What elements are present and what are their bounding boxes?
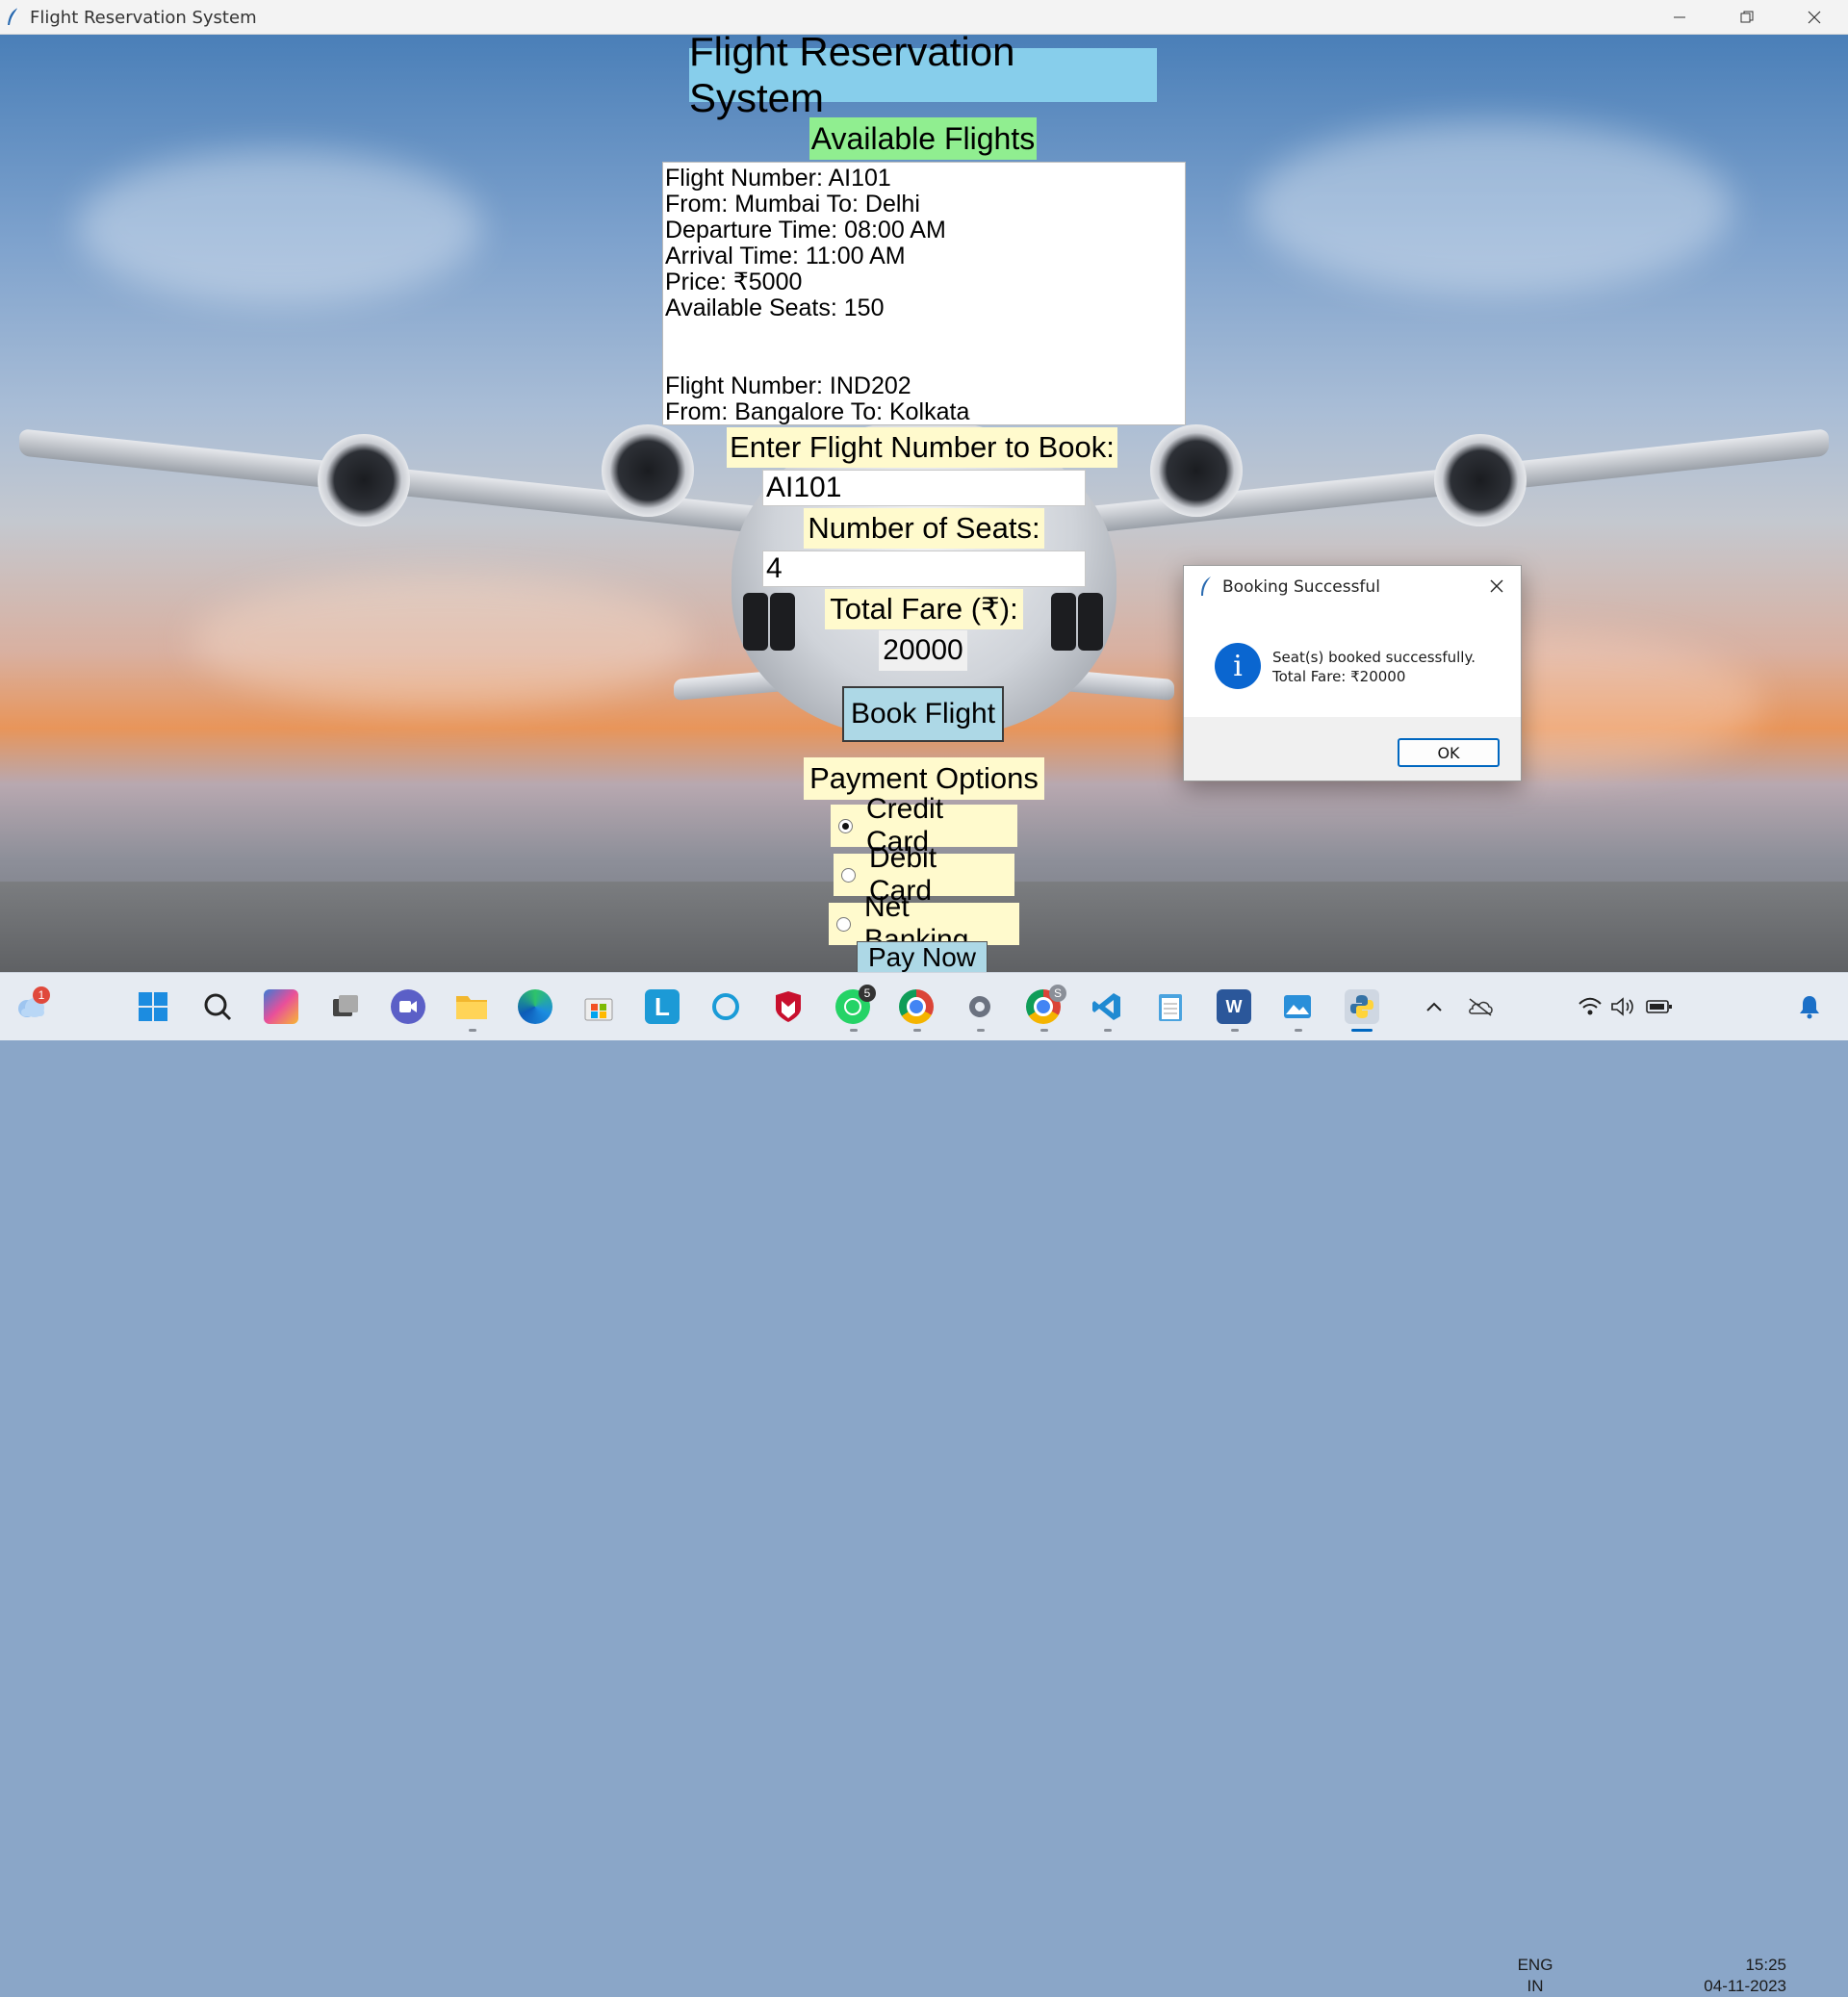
radio-unselected-icon[interactable] [841, 867, 856, 883]
seats-input[interactable]: 4 [762, 550, 1086, 587]
close-button[interactable] [1781, 0, 1848, 34]
dialog-message-line: Seat(s) booked successfully. [1272, 649, 1476, 666]
copilot-pre-icon[interactable] [264, 989, 298, 1024]
total-fare-label: Total Fare (₹): [825, 589, 1023, 629]
payment-option-credit-card[interactable]: Credit Card [831, 793, 1017, 858]
l-app-icon[interactable]: L [645, 989, 680, 1024]
flight-info-line [665, 321, 1183, 347]
dialog-footer: OK [1184, 717, 1521, 781]
pay-now-button[interactable]: Pay Now [857, 941, 988, 972]
available-flights-label: Available Flights [809, 117, 1037, 160]
flight-info-line [665, 347, 1183, 373]
minimize-button[interactable] [1646, 0, 1713, 34]
feather-icon [8, 7, 19, 25]
flight-number-label: Enter Flight Number to Book: [727, 427, 1117, 468]
dialog-message-line: Total Fare: ₹20000 [1272, 668, 1406, 685]
seats-label: Number of Seats: [804, 508, 1044, 549]
cortana-icon[interactable] [708, 989, 743, 1024]
close-icon [1808, 11, 1821, 23]
chrome-profile-badge: S [1049, 985, 1066, 1002]
battery-icon[interactable] [1642, 989, 1677, 1024]
book-flight-button[interactable]: Book Flight [842, 686, 1004, 742]
minimize-icon [1674, 16, 1685, 17]
task-view-icon[interactable] [328, 989, 363, 1024]
onedrive-offline-icon[interactable] [1463, 989, 1498, 1024]
chevron-up-icon[interactable] [1417, 989, 1451, 1024]
edge-icon[interactable] [518, 989, 552, 1024]
language-indicator[interactable]: ENG IN [1516, 1955, 1554, 1997]
flight-number-input[interactable]: AI101 [762, 470, 1086, 506]
window-title: Flight Reservation System [30, 8, 257, 28]
weather-badge: 1 [33, 986, 50, 1004]
flight-info-line: Flight Number: IND202 [665, 372, 911, 399]
dialog-message: Seat(s) booked successfully. Total Fare:… [1272, 648, 1476, 686]
close-icon [1490, 579, 1503, 593]
dialog-title: Booking Successful [1222, 577, 1380, 597]
flight-info-line: Price: ₹5000 [665, 269, 803, 295]
booking-success-dialog: Booking Successful i Seat(s) booked succ… [1183, 565, 1522, 781]
radio-unselected-icon[interactable] [836, 916, 851, 932]
chrome-icon[interactable] [899, 989, 934, 1024]
whatsapp-badge: 5 [859, 985, 876, 1002]
mcafee-icon[interactable] [771, 989, 806, 1024]
clock-time: 15:25 [1745, 1956, 1786, 1974]
flights-list-textbox[interactable]: Flight Number: AI101 From: Mumbai To: De… [662, 162, 1186, 425]
file-explorer-icon[interactable] [454, 989, 489, 1024]
payment-option-debit-card[interactable]: Debit Card [834, 842, 1014, 907]
python-icon[interactable] [1345, 989, 1379, 1024]
language-line: ENG [1517, 1956, 1553, 1974]
flight-info-line: Available Seats: 150 [665, 294, 885, 321]
flight-info-line: Departure Time: 08:00 AM [665, 217, 946, 243]
language-line: IN [1527, 1977, 1544, 1995]
start-icon[interactable] [136, 989, 170, 1024]
restore-button[interactable] [1713, 0, 1781, 34]
flight-info-line: From: Mumbai To: Delhi [665, 191, 920, 218]
teams-chat-icon[interactable] [391, 989, 425, 1024]
volume-icon[interactable] [1605, 989, 1640, 1024]
notepad-icon[interactable] [1153, 989, 1188, 1024]
flight-info-line: Arrival Time: 11:00 AM [665, 243, 906, 269]
clock-date: 04-11-2023 [1704, 1977, 1786, 1995]
photos-icon[interactable] [1280, 989, 1315, 1024]
search-icon[interactable] [200, 989, 235, 1024]
total-fare-value: 20000 [879, 630, 967, 671]
flight-info-line: Flight Number: AI101 [665, 165, 891, 192]
wifi-icon[interactable] [1573, 989, 1607, 1024]
app-heading: Flight Reservation System [689, 29, 1157, 120]
settings-icon[interactable] [962, 989, 997, 1024]
radio-selected-icon[interactable] [838, 818, 853, 833]
dialog-close-button[interactable] [1482, 572, 1511, 601]
info-icon: i [1215, 643, 1261, 689]
vscode-icon[interactable] [1090, 989, 1124, 1024]
flight-info-line: From: Bangalore To: Kolkata [665, 398, 970, 425]
word-icon[interactable]: W [1217, 989, 1251, 1024]
ok-button[interactable]: OK [1398, 738, 1500, 767]
feather-icon [1201, 576, 1211, 596]
microsoft-store-icon[interactable] [581, 989, 616, 1024]
notification-bell-icon[interactable] [1792, 989, 1827, 1024]
restore-icon [1740, 11, 1754, 22]
payment-option-net-banking[interactable]: Net Banking [829, 891, 1019, 956]
taskbar: 1 L 5 S W ENG IN 15:25 04-11-2023 [0, 972, 1848, 1995]
clock[interactable]: 15:25 04-11-2023 [1690, 1955, 1786, 1997]
